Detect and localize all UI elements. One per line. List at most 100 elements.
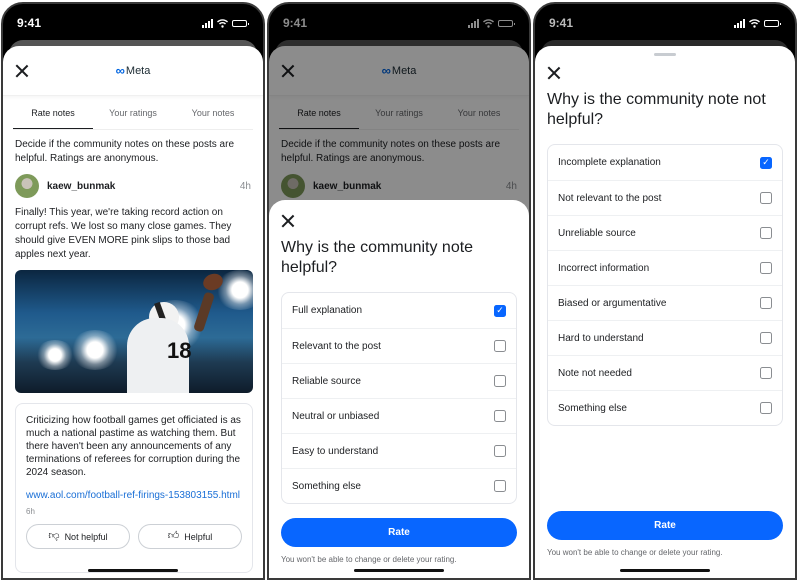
reason-option[interactable]: Reliable source [282, 363, 516, 398]
checkmark-icon: ✓ [762, 157, 770, 167]
checkbox[interactable] [760, 402, 772, 414]
instructions-text: Decide if the community notes on these p… [15, 139, 235, 164]
reason-option[interactable]: Something else [282, 468, 516, 503]
reason-option[interactable]: Biased or argumentative [548, 285, 782, 320]
status-bar: 9:41 [535, 4, 795, 42]
post-image-football-player[interactable]: 18 [15, 270, 253, 393]
checkbox[interactable] [760, 227, 772, 239]
phone-screen-not-helpful-reasons: 9:41 Why is the community note not helpf… [533, 2, 797, 580]
wifi-icon [217, 18, 228, 28]
close-icon[interactable] [281, 214, 295, 228]
reason-option[interactable]: Easy to understand [282, 433, 516, 468]
modal-title: Why is the community note helpful? [281, 239, 474, 276]
rate-button[interactable]: Rate [547, 511, 783, 540]
status-bar: 9:41 [3, 4, 263, 42]
thumbs-up-icon: 👍︎ [167, 530, 180, 542]
home-indicator [620, 569, 710, 572]
reason-option[interactable]: Unreliable source [548, 215, 782, 250]
checkbox[interactable] [494, 375, 506, 387]
status-icons [734, 18, 781, 28]
post-text: Finally! This year, we're taking record … [15, 207, 232, 260]
signal-icon [734, 18, 745, 28]
checkbox[interactable] [760, 192, 772, 204]
helpful-reasons-modal: Why is the community note helpful? Full … [269, 200, 529, 578]
checkbox[interactable] [760, 262, 772, 274]
meta-infinity-icon: ∞ [115, 63, 125, 78]
checkbox[interactable] [494, 410, 506, 422]
reason-option-label: Hard to understand [558, 332, 644, 344]
checkbox[interactable] [494, 340, 506, 352]
checkbox[interactable] [494, 445, 506, 457]
username[interactable]: kaew_bunmak [47, 181, 232, 192]
reason-option[interactable]: Incorrect information [548, 250, 782, 285]
avatar[interactable] [15, 174, 39, 198]
reason-option-label: Relevant to the post [292, 340, 381, 352]
reason-option[interactable]: Note not needed [548, 355, 782, 390]
reason-option-label: Something else [558, 402, 627, 414]
status-time: 9:41 [549, 16, 574, 30]
checkbox[interactable] [494, 480, 506, 492]
not-helpful-button[interactable]: 👎︎ Not helpful [26, 524, 130, 549]
status-icons [202, 18, 249, 28]
rating-buttons: 👎︎ Not helpful 👍︎ Helpful [26, 524, 242, 549]
reason-option[interactable]: Something else [548, 390, 782, 425]
helpful-button[interactable]: 👍︎ Helpful [138, 524, 242, 549]
checkbox[interactable] [760, 367, 772, 379]
not-helpful-reasons-modal: Why is the community note not helpful? I… [535, 46, 795, 578]
modal-title: Why is the community note not helpful? [547, 91, 766, 128]
battery-icon [232, 19, 249, 27]
reason-option-label: Unreliable source [558, 227, 636, 239]
close-icon[interactable] [547, 66, 561, 80]
thumbs-down-icon: 👎︎ [48, 530, 60, 542]
checkbox-checked[interactable]: ✓ [760, 156, 772, 169]
sheet-header: ∞ Meta [3, 46, 263, 96]
player-jersey: 18 [127, 318, 192, 393]
drag-handle[interactable] [654, 53, 676, 56]
wifi-icon [749, 18, 760, 28]
reason-option-label: Neutral or unbiased [292, 410, 380, 422]
reason-option-label: Easy to understand [292, 445, 379, 457]
battery-icon [764, 19, 781, 27]
tab-bar: Rate notes Your ratings Your notes [13, 96, 253, 130]
reason-option-label: Biased or argumentative [558, 297, 667, 309]
checkbox[interactable] [760, 332, 772, 344]
checkmark-icon: ✓ [496, 305, 504, 315]
tab-your-ratings[interactable]: Your ratings [93, 96, 173, 129]
post-time: 4h [239, 180, 251, 192]
tab-your-notes[interactable]: Your notes [173, 96, 253, 129]
signal-icon [202, 18, 213, 28]
reason-option-label: Full explanation [292, 305, 363, 316]
reason-option-label: Reliable source [292, 375, 361, 387]
tab-rate-notes[interactable]: Rate notes [13, 96, 93, 129]
reason-option[interactable]: Relevant to the post [282, 328, 516, 363]
reason-option[interactable]: Not relevant to the post [548, 180, 782, 215]
reason-option-label: Incomplete explanation [558, 157, 661, 168]
jersey-number: 18 [167, 338, 192, 363]
rating-disclaimer: You won't be able to change or delete yo… [281, 555, 457, 564]
status-time: 9:41 [17, 16, 42, 30]
community-note-card: Criticizing how football games get offic… [15, 403, 253, 573]
post-author-row: kaew_bunmak 4h [3, 166, 263, 198]
note-text: Criticizing how football games get offic… [26, 415, 241, 478]
helpful-label: Helpful [184, 531, 213, 542]
reason-option[interactable]: Incomplete explanation ✓ [548, 145, 782, 180]
close-icon[interactable] [15, 64, 29, 78]
reason-option-label: Not relevant to the post [558, 192, 662, 204]
brand-name: Meta [125, 64, 151, 77]
phone-screen-helpful-reasons: 9:41 ∞ Meta Rate notes Your ratings Your… [267, 2, 531, 580]
rate-button[interactable]: Rate [281, 518, 517, 547]
stadium-light [70, 330, 120, 370]
stadium-light [35, 340, 75, 370]
meta-logo: ∞ Meta [116, 63, 151, 78]
note-source-link[interactable]: www.aol.com/football-ref-firings-1538031… [26, 489, 242, 502]
reason-option[interactable]: Hard to understand [548, 320, 782, 355]
community-notes-sheet: ∞ Meta Rate notes Your ratings Your note… [3, 46, 263, 578]
reason-option-label: Something else [292, 480, 361, 492]
checkbox-checked[interactable]: ✓ [494, 304, 506, 317]
home-indicator [354, 569, 444, 572]
reason-option[interactable]: Full explanation ✓ [282, 293, 516, 328]
phone-screen-rate-notes: 9:41 ∞ Meta Rate notes Your ratings Your… [1, 2, 265, 580]
checkbox[interactable] [760, 297, 772, 309]
reason-option[interactable]: Neutral or unbiased [282, 398, 516, 433]
reason-options: Incomplete explanation ✓ Not relevant to t… [547, 144, 783, 426]
